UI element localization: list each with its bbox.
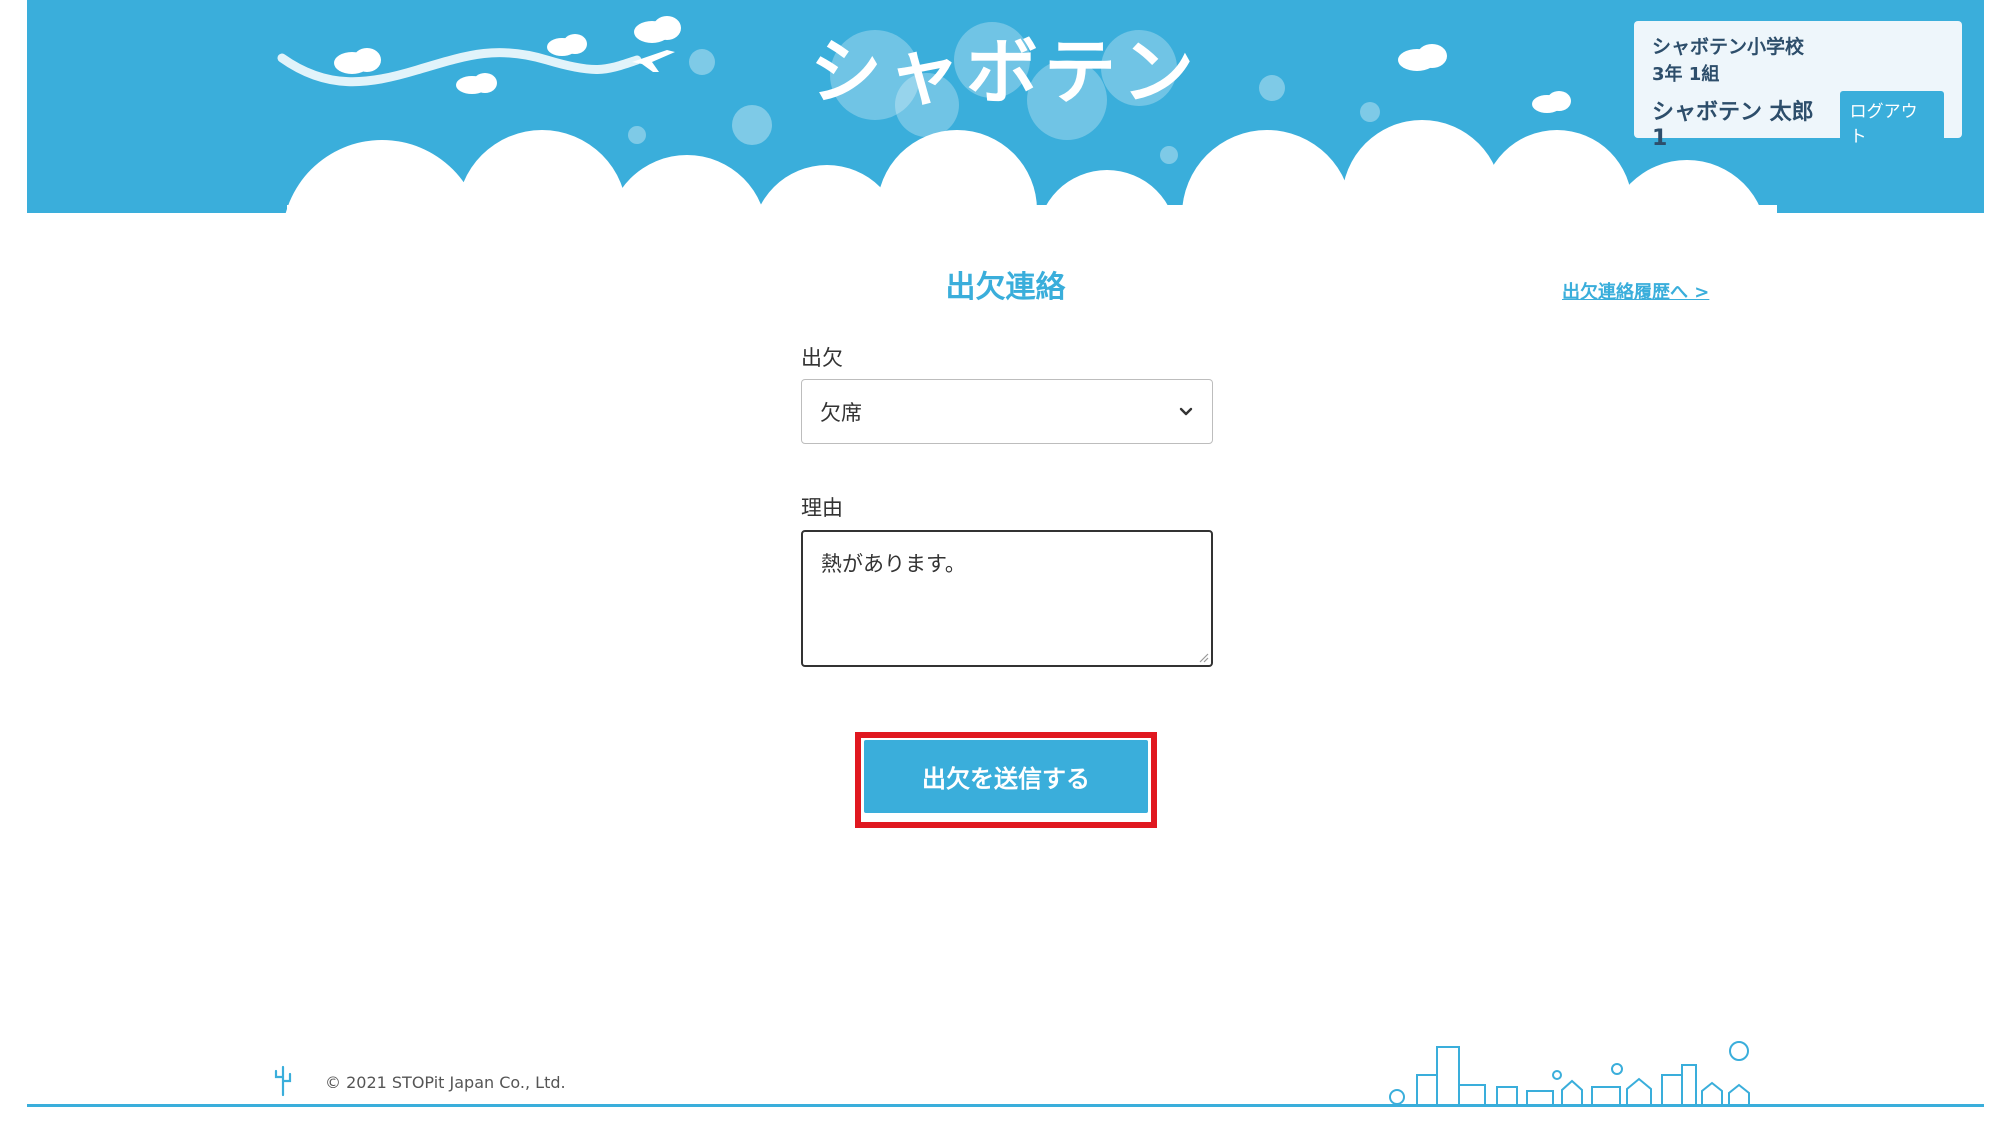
reason-text: 熱があります。	[821, 552, 966, 576]
user-info-panel: シャボテン小学校 3年 1組 シャボテン 太郎1 ログアウト	[1634, 21, 1962, 153]
submit-attendance-button[interactable]: 出欠を送信する	[864, 740, 1148, 813]
attendance-select[interactable]: 欠席	[801, 379, 1213, 444]
attendance-label: 出欠	[801, 346, 843, 370]
cityscape-icon	[1377, 1041, 1767, 1106]
footer-divider	[27, 1104, 1984, 1107]
resize-handle-icon[interactable]	[1197, 651, 1209, 663]
reason-label: 理由	[801, 496, 843, 520]
reason-textarea[interactable]: 熱があります。	[801, 530, 1213, 667]
grade-class: 3年 1組	[1652, 64, 1720, 85]
chevron-down-icon	[1179, 407, 1193, 415]
user-row: シャボテン 太郎1 ログアウト	[1652, 91, 1944, 153]
attendance-history-link[interactable]: 出欠連絡履歴へ >	[1562, 278, 1709, 304]
header-banner: シャボテン シャボテン小学校 3年 1組 シャボテン 太郎1 ログアウト	[27, 0, 1984, 213]
app-frame: シャボテン シャボテン小学校 3年 1組 シャボテン 太郎1 ログアウト 出欠連…	[27, 0, 1984, 1125]
school-name: シャボテン小学校	[1652, 36, 1805, 58]
copyright-text: © 2021 STOPit Japan Co., Ltd.	[325, 1073, 566, 1092]
logout-button[interactable]: ログアウト	[1839, 91, 1944, 153]
user-name: シャボテン 太郎1	[1652, 99, 1814, 151]
cactus-icon	[274, 1065, 292, 1097]
logo-text: シャボテン	[810, 30, 1200, 114]
attendance-selected-value: 欠席	[820, 400, 862, 425]
